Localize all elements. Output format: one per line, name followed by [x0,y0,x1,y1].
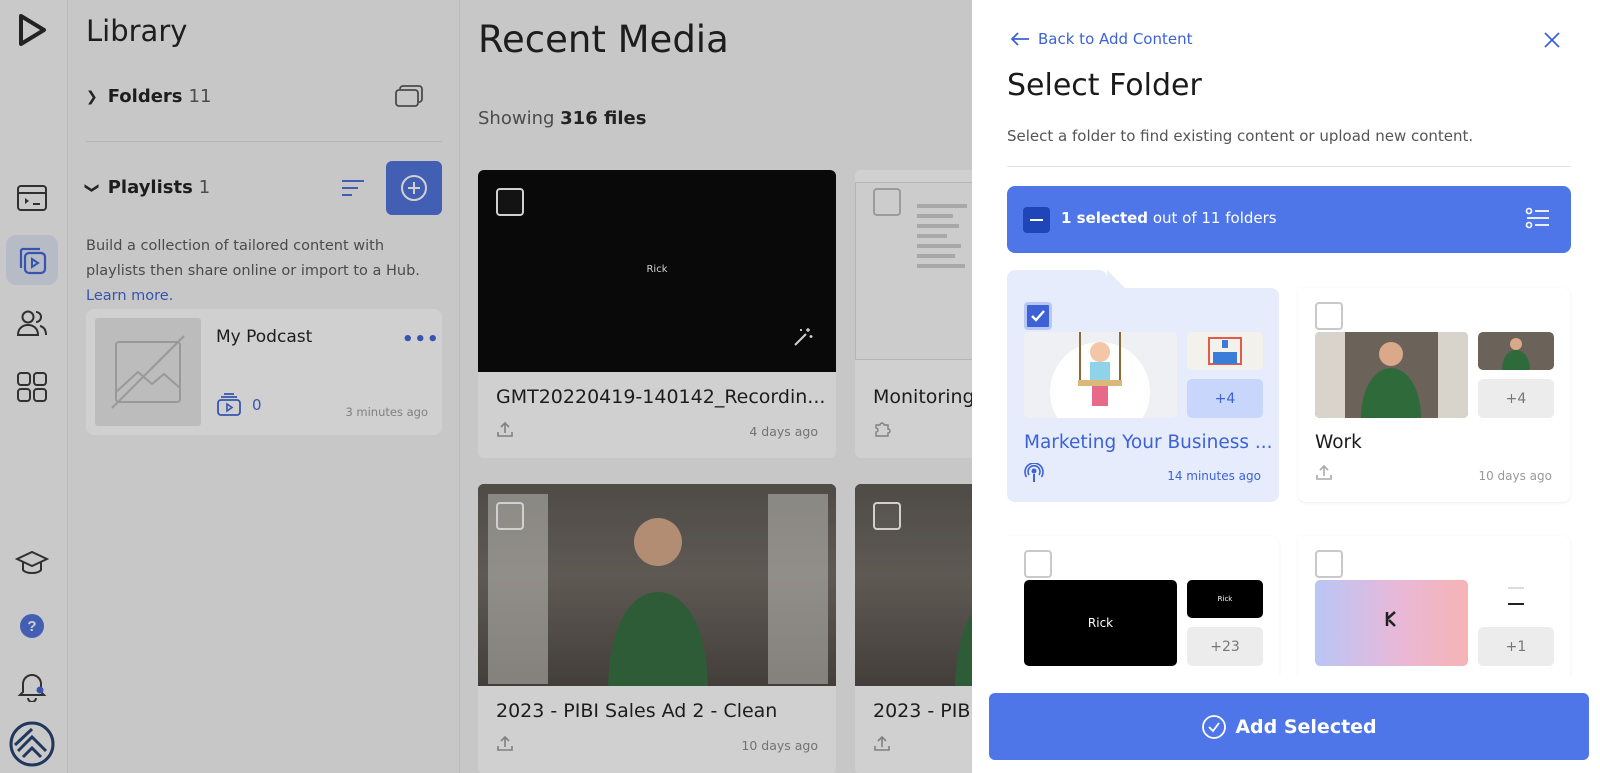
folder-name: Marketing Your Business ... [1024,432,1273,453]
folder-thumbnail-main [1315,580,1468,666]
more-items-badge: +4 [1478,379,1554,418]
divider [1007,166,1571,167]
folder-thumbnail-main [1024,332,1177,418]
folder-timestamp: 10 days ago [1478,469,1552,483]
back-to-add-content-link[interactable]: Back to Add Content [1010,30,1192,48]
folder-card[interactable]: Rick Rick +23 [1007,518,1279,675]
modal-overlay[interactable] [0,0,972,773]
folder-card[interactable]: +1 [1298,518,1570,675]
arrow-left-icon [1010,32,1029,46]
deselect-all-checkbox[interactable] [1023,207,1050,233]
list-view-icon[interactable] [1525,207,1551,233]
folder-checkbox[interactable] [1315,302,1343,330]
folder-thumbnail-main [1315,332,1468,418]
selection-bar: 1 selected out of 11 folders [1007,186,1571,253]
podcast-icon [1024,462,1044,487]
drawer-title: Select Folder [1007,68,1202,103]
folder-checkbox[interactable] [1024,302,1052,330]
checkmark-icon [1031,310,1045,322]
selection-summary: 1 selected out of 11 folders [1061,209,1277,227]
close-icon[interactable] [1542,30,1562,50]
folder-timestamp: 14 minutes ago [1167,469,1261,483]
check-circle-icon [1202,714,1227,739]
folder-thumbnail-secondary [1478,332,1554,370]
folder-thumbnail-secondary [1478,580,1554,618]
drawer-subtitle: Select a folder to find existing content… [1007,127,1474,145]
more-items-badge: +23 [1187,627,1263,666]
add-selected-button[interactable]: Add Selected [989,693,1589,760]
folder-thumbnail-secondary: Rick [1187,580,1263,618]
folder-checkbox[interactable] [1315,550,1343,578]
folder-checkbox[interactable] [1024,550,1052,578]
select-folder-drawer: Back to Add Content Select Folder Select… [972,0,1600,773]
upload-icon [1315,463,1333,485]
folder-card[interactable]: +4 Work 10 days ago [1298,270,1570,502]
folder-thumbnail-main: Rick [1024,580,1177,666]
folder-name: Work [1315,432,1362,453]
folder-card[interactable]: +4 Marketing Your Business ... 14 minute… [1007,270,1279,502]
folder-thumbnail-secondary [1187,332,1263,370]
more-items-badge: +4 [1187,379,1263,418]
more-items-badge: +1 [1478,627,1554,666]
folder-grid: +4 Marketing Your Business ... 14 minute… [1007,270,1573,675]
